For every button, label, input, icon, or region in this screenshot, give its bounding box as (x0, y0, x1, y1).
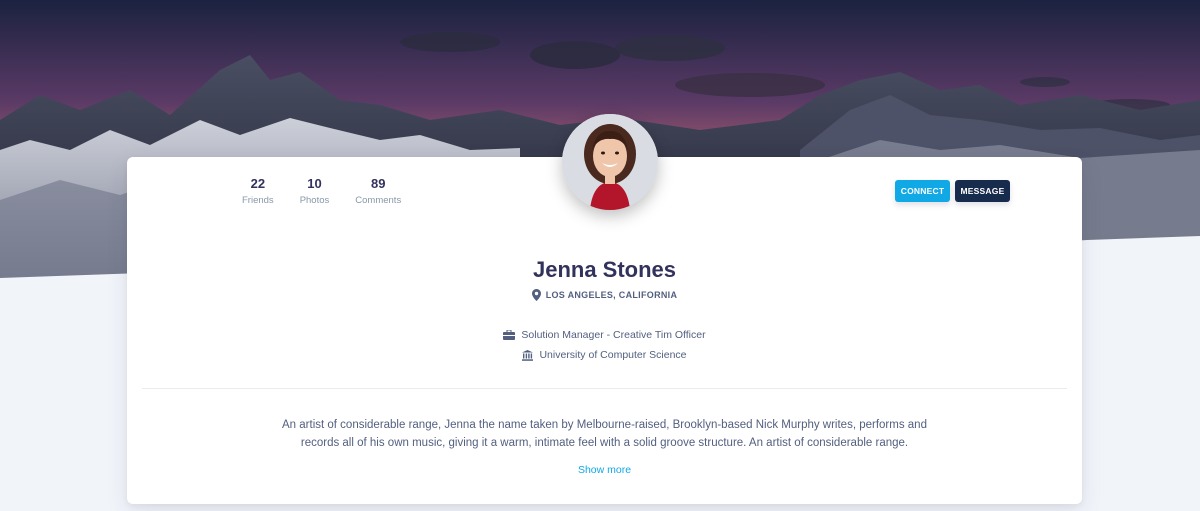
profile-card: 22 Friends 10 Photos 89 Comments CONNECT… (127, 114, 1082, 504)
profile-bio: An artist of considerable range, Jenna t… (282, 419, 927, 449)
stat-label: Photos (299, 195, 330, 206)
education-text: University of Computer Science (539, 349, 687, 361)
avatar (562, 114, 658, 210)
message-button[interactable]: MESSAGE (955, 180, 1010, 202)
stat-label: Comments (355, 195, 402, 206)
map-pin-icon (531, 289, 541, 301)
stat-friends: 22 Friends (242, 176, 274, 208)
connect-button[interactable]: CONNECT (895, 180, 950, 202)
stat-label: Friends (242, 195, 274, 206)
stat-photos: 10 Photos (300, 176, 330, 208)
profile-education: University of Computer Science (127, 349, 1082, 361)
stat-value: 89 (371, 176, 386, 191)
briefcase-icon (503, 330, 516, 340)
divider (142, 388, 1067, 389)
profile-location: LOS ANGELES, CALIFORNIA (127, 289, 1082, 301)
job-text: Solution Manager - Creative Tim Officer (521, 329, 706, 341)
profile-stats: 22 Friends 10 Photos 89 Comments (242, 176, 427, 208)
show-more-link[interactable]: Show more (127, 464, 1082, 476)
location-text: LOS ANGELES, CALIFORNIA (545, 290, 678, 300)
profile-name: Jenna Stones (532, 257, 677, 282)
stat-value: 22 (250, 176, 266, 191)
profile-job: Solution Manager - Creative Tim Officer (127, 329, 1082, 341)
stat-value: 10 (307, 176, 322, 191)
university-icon (522, 349, 534, 361)
stat-comments: 89 Comments (355, 176, 401, 208)
